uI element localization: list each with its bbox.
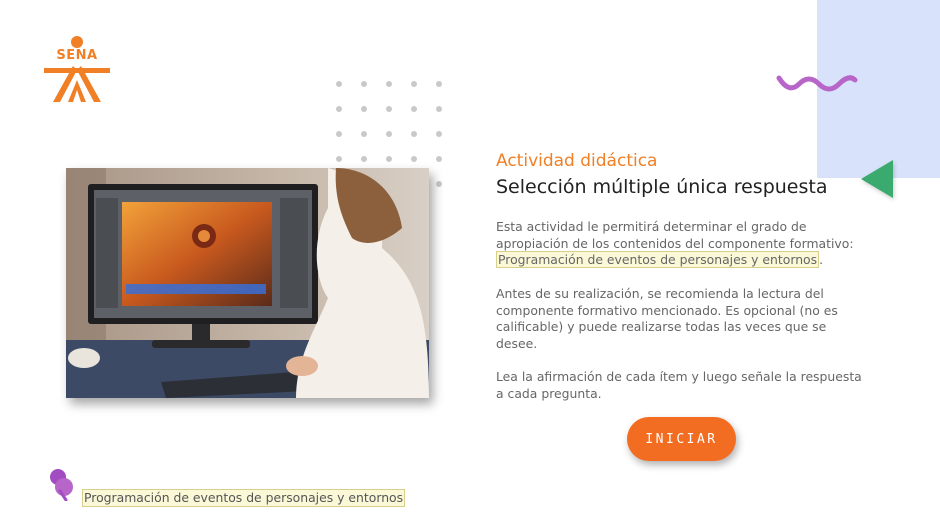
component-footer-label: Programación de eventos de personajes y … (82, 489, 406, 507)
description-period: . (819, 252, 824, 267)
activity-title: Selección múltiple única respuesta (496, 176, 828, 198)
description-paragraph-2: Antes de su realización, se recomienda l… (496, 286, 838, 351)
description-paragraph-3: Lea la afirmación de cada ítem y luego s… (496, 369, 862, 401)
activity-photo (66, 168, 429, 398)
description-intro-text: Esta actividad le permitirá determinar e… (496, 219, 854, 251)
wave-decoration-icon (776, 75, 858, 92)
description-paragraph-1: Esta actividad le permitirá determinar e… (496, 219, 868, 269)
component-highlight: Programación de eventos de personajes y … (496, 251, 820, 268)
sena-logo-icon: SENA (40, 36, 114, 104)
start-button[interactable]: INICIAR (627, 417, 736, 461)
activity-label: Actividad didáctica (496, 151, 658, 171)
triangle-decoration-icon (861, 160, 893, 198)
logo-text: SENA (56, 48, 98, 63)
pin-icon (50, 469, 73, 501)
